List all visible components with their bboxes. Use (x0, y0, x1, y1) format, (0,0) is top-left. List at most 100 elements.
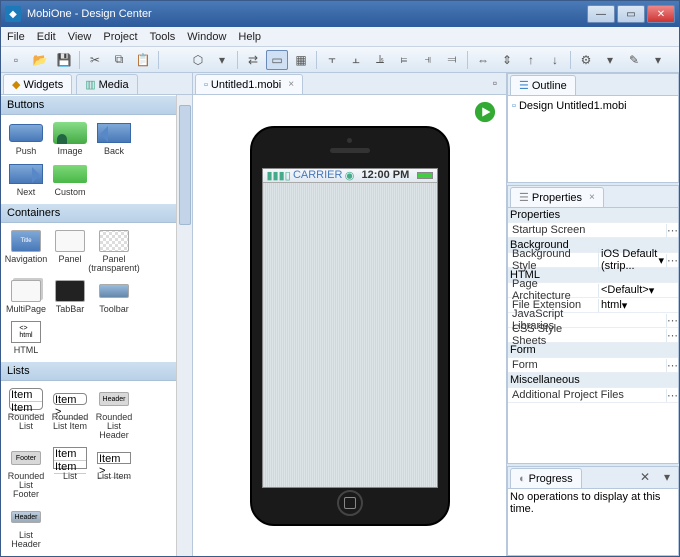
tab-properties[interactable]: ☰Properties× (510, 187, 604, 207)
tab-media[interactable]: ▥Media (76, 74, 137, 94)
progress-clear-icon[interactable]: ✕ (634, 467, 656, 487)
tab-close-icon[interactable]: × (288, 79, 294, 90)
widget-next[interactable]: Next (5, 160, 47, 199)
widget-tabbar[interactable]: TabBar (49, 277, 91, 316)
more-icon[interactable]: ▾ (647, 50, 669, 70)
widget-rounded-list-footer[interactable]: FooterRounded List Footer (5, 444, 47, 501)
prop-css-sheets[interactable]: CSS Style Sheets⋯ (508, 328, 678, 343)
menu-tools[interactable]: Tools (150, 31, 176, 43)
paste-icon[interactable]: 📋 (132, 50, 154, 70)
link-icon[interactable]: ⇄ (242, 50, 264, 70)
status-bar: ▮▮▮▯ CARRIER ◉ 12:00 PM (263, 169, 437, 183)
progress-menu-icon[interactable]: ▾ (656, 467, 678, 487)
align-right-icon[interactable]: ⫡ (369, 50, 391, 70)
close-button[interactable]: ✕ (647, 5, 675, 23)
menu-window[interactable]: Window (187, 31, 226, 43)
tab-document[interactable]: ▫Untitled1.mobi× (195, 74, 303, 94)
widget-navigation[interactable]: TitleNavigation (5, 227, 47, 275)
widgets-scrollbar[interactable] (176, 95, 192, 556)
home-button[interactable] (337, 490, 363, 516)
outline-panel: ☰Outline ▫ Design Untitled1.mobi (507, 73, 679, 183)
align-left-icon[interactable]: ⫟ (321, 50, 343, 70)
prop-cat-properties[interactable]: Properties (508, 208, 678, 223)
section-containers[interactable]: Containers (1, 203, 176, 223)
menu-project[interactable]: Project (103, 31, 137, 43)
title-bar: ◆ MobiOne - Design Center — ▭ ✕ (1, 1, 679, 27)
open-icon[interactable]: 📂 (29, 50, 51, 70)
distribute-h-icon[interactable]: ⇔ (472, 50, 494, 70)
widget-list-header[interactable]: HeaderList Header (5, 503, 47, 551)
new-tab-icon[interactable]: ▫ (484, 73, 506, 93)
widget-image[interactable]: Image (49, 119, 91, 158)
prop-startup-screen[interactable]: Startup Screen⋯ (508, 223, 678, 238)
menu-view[interactable]: View (68, 31, 92, 43)
dropdown-icon[interactable]: ▾ (599, 50, 621, 70)
save-icon[interactable]: 💾 (53, 50, 75, 70)
section-buttons[interactable]: Buttons (1, 95, 176, 115)
copy-icon[interactable]: ⧉ (108, 50, 130, 70)
menu-help[interactable]: Help (238, 31, 261, 43)
window-title: MobiOne - Design Center (27, 8, 587, 20)
minimize-button[interactable]: — (587, 5, 615, 23)
prop-form[interactable]: Form⋯ (508, 358, 678, 373)
align-middle-icon[interactable]: ⫣ (417, 50, 439, 70)
progress-message: No operations to display at this time. (510, 491, 660, 515)
widget-multipage[interactable]: MultiPage (5, 277, 47, 316)
widget-rounded-list[interactable]: ItemItemRounded List (5, 385, 47, 442)
device-icon[interactable]: ▾ (211, 50, 233, 70)
widget-toolbar[interactable]: Toolbar (93, 277, 135, 316)
section-lists[interactable]: Lists (1, 361, 176, 381)
align-center-icon[interactable]: ⫠ (345, 50, 367, 70)
android-icon[interactable]: ⬡ (187, 50, 209, 70)
widget-html[interactable]: <>htmlHTML (5, 318, 47, 357)
widgets-panel: ◆Widgets ▥Media Buttons Push Image Back … (1, 73, 193, 556)
settings-icon[interactable]: ⚙ (575, 50, 597, 70)
outline-root[interactable]: ▫ Design Untitled1.mobi (510, 98, 676, 114)
battery-icon (417, 172, 433, 179)
prop-background-style[interactable]: Background StyleiOS Default (strip...▾⋯ (508, 253, 678, 268)
section-select-input[interactable]: Select & Input (1, 555, 176, 556)
phone-preview: ▮▮▮▯ CARRIER ◉ 12:00 PM (250, 126, 450, 526)
cut-icon[interactable]: ✂ (84, 50, 106, 70)
maximize-button[interactable]: ▭ (617, 5, 645, 23)
design-mode-icon[interactable]: ▭ (266, 50, 288, 70)
progress-panel: ◐Progress ✕ ▾ No operations to display a… (507, 466, 679, 556)
widget-back[interactable]: Back (93, 119, 135, 158)
menu-edit[interactable]: Edit (37, 31, 56, 43)
apple-icon[interactable] (163, 50, 185, 70)
right-panels: ☰Outline ▫ Design Untitled1.mobi ☰Proper… (507, 73, 679, 556)
widget-panel-transparent[interactable]: Panel (transparent) (93, 227, 135, 275)
order-up-icon[interactable]: ↑ (520, 50, 542, 70)
widget-list[interactable]: ItemItemList (49, 444, 91, 501)
widget-list-item[interactable]: Item >List Item (93, 444, 135, 501)
run-button[interactable] (474, 101, 496, 123)
tab-outline[interactable]: ☰Outline (510, 75, 576, 95)
design-canvas-area: ▫Untitled1.mobi× ▫ ▮▮▮▯ CARRIER ◉ 12:00 … (193, 73, 507, 556)
tab-widgets[interactable]: ◆Widgets (3, 74, 72, 94)
align-bottom-icon[interactable]: ⫤ (441, 50, 463, 70)
wand-icon[interactable]: ✎ (623, 50, 645, 70)
distribute-v-icon[interactable]: ⇕ (496, 50, 518, 70)
carrier-label: CARRIER (293, 169, 343, 181)
grid-icon[interactable]: ▦ (290, 50, 312, 70)
properties-close-icon[interactable]: × (589, 192, 595, 203)
align-top-icon[interactable]: ⫢ (393, 50, 415, 70)
new-icon[interactable]: ▫ (5, 50, 27, 70)
app-icon: ◆ (5, 6, 21, 22)
prop-cat-misc[interactable]: Miscellaneous (508, 373, 678, 388)
widget-panel[interactable]: Panel (49, 227, 91, 275)
order-down-icon[interactable]: ↓ (544, 50, 566, 70)
prop-additional-files[interactable]: Additional Project Files⋯ (508, 388, 678, 403)
tab-progress[interactable]: ◐Progress (510, 468, 582, 488)
clock-label: 12:00 PM (354, 169, 416, 181)
widget-custom[interactable]: Custom (49, 160, 91, 199)
phone-screen[interactable]: ▮▮▮▯ CARRIER ◉ 12:00 PM (262, 168, 438, 488)
widget-rounded-list-item[interactable]: Item >Rounded List Item (49, 385, 91, 442)
properties-panel: ☰Properties× Properties Startup Screen⋯ … (507, 185, 679, 464)
prop-page-architecture[interactable]: Page Architecture<Default>▾ (508, 283, 678, 298)
widget-rounded-list-header[interactable]: HeaderRounded List Header (93, 385, 135, 442)
menu-file[interactable]: File (7, 31, 25, 43)
toolbar: ▫ 📂 💾 ✂ ⧉ 📋 ⬡ ▾ ⇄ ▭ ▦ ⫟ ⫠ ⫡ ⫢ ⫣ ⫤ ⇔ ⇕ ↑ … (1, 47, 679, 73)
widget-push[interactable]: Push (5, 119, 47, 158)
menu-bar: File Edit View Project Tools Window Help (1, 27, 679, 47)
